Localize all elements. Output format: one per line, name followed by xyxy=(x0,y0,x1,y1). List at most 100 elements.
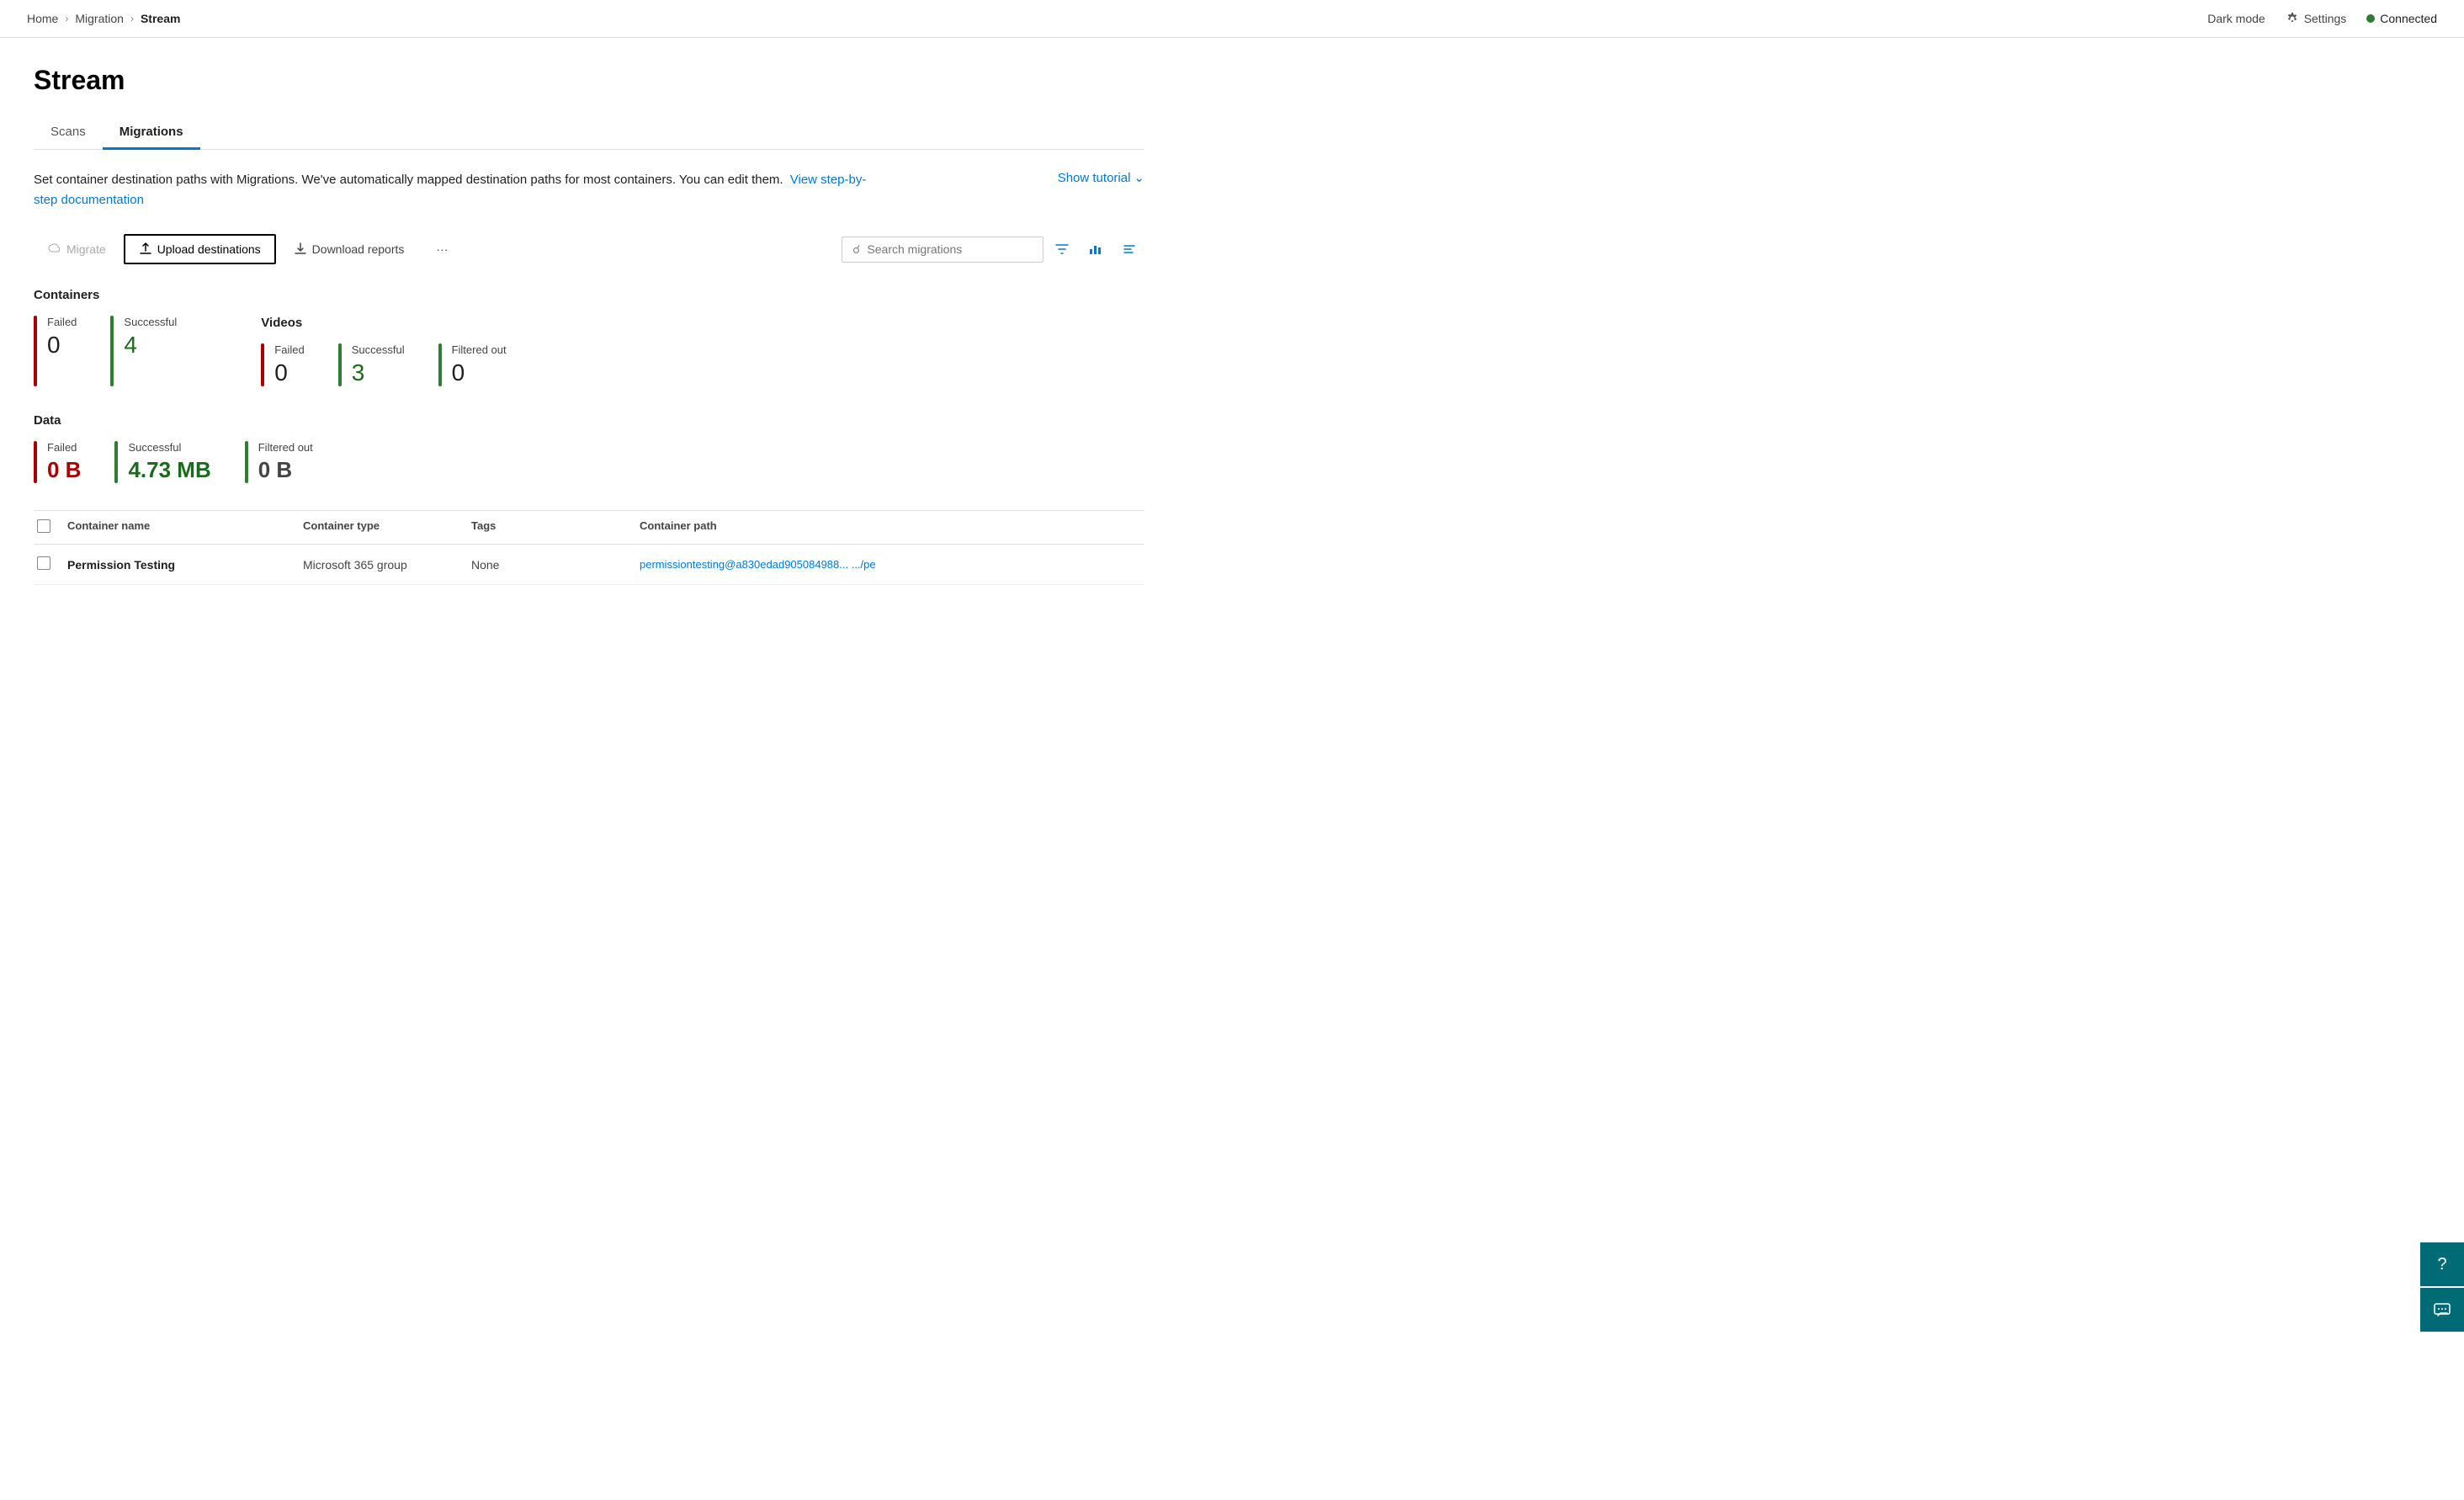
connected-label: Connected xyxy=(2380,12,2437,25)
tabs-container: Scans Migrations xyxy=(34,116,1144,150)
data-failed-label: Failed xyxy=(47,441,81,454)
more-options-button[interactable]: ··· xyxy=(422,235,462,263)
connected-status: Connected xyxy=(2366,12,2437,25)
videos-filtered-stat: Filtered out 0 xyxy=(438,343,507,386)
topbar: Home › Migration › Stream Dark mode Sett… xyxy=(0,0,2464,38)
data-stats-row: Failed 0 B Successful 4.73 MB Filtered o… xyxy=(34,441,1144,483)
main-content: Stream Scans Migrations Set container de… xyxy=(0,38,1178,612)
settings-label: Settings xyxy=(2304,12,2347,25)
tab-scans[interactable]: Scans xyxy=(34,116,103,150)
connected-dot xyxy=(2366,14,2375,23)
failed-bar xyxy=(34,316,37,386)
tab-migrations[interactable]: Migrations xyxy=(103,116,200,150)
topbar-right: Dark mode Settings Connected xyxy=(2207,12,2437,25)
success-bar xyxy=(110,316,114,386)
header-container-name: Container name xyxy=(67,519,303,535)
videos-section-title: Videos xyxy=(261,316,506,330)
videos-failed-label: Failed xyxy=(274,343,304,356)
upload-destinations-label: Upload destinations xyxy=(157,242,261,256)
containers-failed-value: 0 xyxy=(47,332,77,359)
header-container-type: Container type xyxy=(303,519,471,535)
containers-success-stat: Successful 4 xyxy=(110,316,177,386)
data-filtered-stat: Filtered out 0 B xyxy=(245,441,313,483)
upload-icon xyxy=(139,242,152,256)
help-icon: ? xyxy=(2437,1255,2446,1274)
settings-button[interactable]: Settings xyxy=(2286,12,2347,25)
row-container-path: permissiontesting@a830edad905084988... .… xyxy=(640,558,1144,571)
videos-success-value: 3 xyxy=(352,359,405,386)
chevron-down-icon: ⌄ xyxy=(1134,170,1144,185)
row-container-type: Microsoft 365 group xyxy=(303,558,471,572)
breadcrumb-current: Stream xyxy=(141,12,180,25)
lines-icon xyxy=(1123,242,1136,256)
videos-filtered-label: Filtered out xyxy=(452,343,507,356)
videos-success-stat: Successful 3 xyxy=(338,343,405,386)
data-success-label: Successful xyxy=(128,441,210,454)
videos-failed-stat: Failed 0 xyxy=(261,343,304,386)
toolbar: Migrate Upload destinations Download rep… xyxy=(34,234,1144,264)
row-container-name: Permission Testing xyxy=(67,558,303,572)
header-tags: Tags xyxy=(471,519,640,535)
row-tags: None xyxy=(471,558,640,572)
more-icon: ··· xyxy=(436,242,448,256)
data-success-value: 4.73 MB xyxy=(128,457,210,483)
data-failed-stat: Failed 0 B xyxy=(34,441,81,483)
data-filtered-bar xyxy=(245,441,248,483)
breadcrumb: Home › Migration › Stream xyxy=(27,12,180,25)
containers-success-value: 4 xyxy=(124,332,177,359)
group-button[interactable] xyxy=(1114,234,1144,264)
chart-button[interactable] xyxy=(1081,234,1111,264)
containers-failed-label: Failed xyxy=(47,316,77,328)
videos-success-bar xyxy=(338,343,342,386)
search-input[interactable] xyxy=(867,242,1033,256)
data-filtered-value: 0 B xyxy=(258,457,313,483)
table-header: Container name Container type Tags Conta… xyxy=(34,511,1144,545)
search-box: ☌ xyxy=(842,237,1043,263)
description-main: Set container destination paths with Mig… xyxy=(34,173,783,187)
data-success-bar xyxy=(114,441,118,483)
data-failed-bar xyxy=(34,441,37,483)
page-title: Stream xyxy=(34,65,1144,96)
containers-section-title: Containers xyxy=(34,288,1144,302)
table-row: Permission Testing Microsoft 365 group N… xyxy=(34,545,1144,585)
filter-icon xyxy=(1055,242,1069,256)
filter-button[interactable] xyxy=(1047,234,1077,264)
upload-destinations-button[interactable]: Upload destinations xyxy=(124,234,276,264)
search-icon: ☌ xyxy=(852,242,860,257)
data-failed-value: 0 B xyxy=(47,457,81,483)
breadcrumb-home[interactable]: Home xyxy=(27,12,58,25)
select-all-checkbox[interactable] xyxy=(37,519,50,533)
chat-button[interactable] xyxy=(2420,1288,2464,1332)
containers-stats-row: Failed 0 Successful 4 Videos Failed 0 xyxy=(34,316,1144,386)
download-icon xyxy=(294,242,307,256)
breadcrumb-migration[interactable]: Migration xyxy=(75,12,124,25)
description-row: Set container destination paths with Mig… xyxy=(34,170,1144,210)
header-checkbox-col xyxy=(34,519,67,535)
containers-success-label: Successful xyxy=(124,316,177,328)
data-section-title: Data xyxy=(34,413,1144,428)
help-button[interactable]: ? xyxy=(2420,1242,2464,1286)
show-tutorial-label: Show tutorial xyxy=(1058,171,1131,185)
migrate-button[interactable]: Migrate xyxy=(34,235,120,263)
videos-failed-bar xyxy=(261,343,264,386)
videos-filtered-bar xyxy=(438,343,442,386)
row-checkbox[interactable] xyxy=(37,556,50,570)
dark-mode-toggle[interactable]: Dark mode xyxy=(2207,12,2265,25)
migrate-label: Migrate xyxy=(66,242,106,256)
videos-success-label: Successful xyxy=(352,343,405,356)
row-checkbox-col xyxy=(34,556,67,572)
show-tutorial-button[interactable]: Show tutorial ⌄ xyxy=(1058,170,1144,185)
videos-failed-value: 0 xyxy=(274,359,304,386)
breadcrumb-sep1: › xyxy=(65,13,68,24)
download-reports-label: Download reports xyxy=(312,242,405,256)
right-panel: ? xyxy=(2420,1242,2464,1332)
cloud-upload-icon xyxy=(48,242,61,256)
gear-icon xyxy=(2286,12,2299,25)
breadcrumb-sep2: › xyxy=(130,13,134,24)
download-reports-button[interactable]: Download reports xyxy=(279,235,419,263)
bar-chart-icon xyxy=(1089,242,1102,256)
data-filtered-label: Filtered out xyxy=(258,441,313,454)
migrations-table: Container name Container type Tags Conta… xyxy=(34,510,1144,585)
chat-icon xyxy=(2433,1301,2451,1319)
data-success-stat: Successful 4.73 MB xyxy=(114,441,210,483)
